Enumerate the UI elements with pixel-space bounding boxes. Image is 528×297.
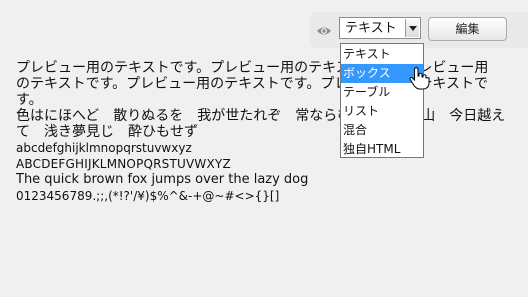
preview-iroha: 色はにほへど 散りぬるを 我が世たれぞ 常ならむ 有為の奥山 今日越えて 浅き夢…: [16, 108, 506, 140]
format-select-value: テキスト: [345, 21, 397, 36]
preview-uppercase: ABCDEFGHIJKLMNOPQRSTUVWXYZ: [16, 157, 231, 171]
format-dropdown-menu: テキスト ボックス テーブル リスト 混合 独自HTML: [340, 43, 424, 158]
dropdown-option-custom-html[interactable]: 独自HTML: [341, 140, 423, 159]
preview-pangram: The quick brown fox jumps over the lazy …: [16, 172, 309, 187]
hand-cursor-icon: [408, 66, 430, 90]
format-select[interactable]: テキスト: [339, 17, 421, 39]
eye-icon[interactable]: [316, 23, 332, 37]
edit-button[interactable]: 編集: [428, 17, 507, 41]
dropdown-option-text[interactable]: テキスト: [341, 45, 423, 64]
chevron-down-icon[interactable]: [405, 19, 419, 37]
dropdown-option-mixed[interactable]: 混合: [341, 121, 423, 140]
preview-lowercase: abcdefghijklmnopqrstuvwxyz: [16, 141, 192, 155]
dropdown-option-list[interactable]: リスト: [341, 102, 423, 121]
preview-digits-symbols: 0123456789.;;,(*!?'/¥)$%^&-+@~#<>{}[]: [16, 189, 280, 203]
preview-area: プレビュー用のテキストです。プレビュー用のテキストです。プレビュー用のテキストで…: [16, 60, 516, 204]
